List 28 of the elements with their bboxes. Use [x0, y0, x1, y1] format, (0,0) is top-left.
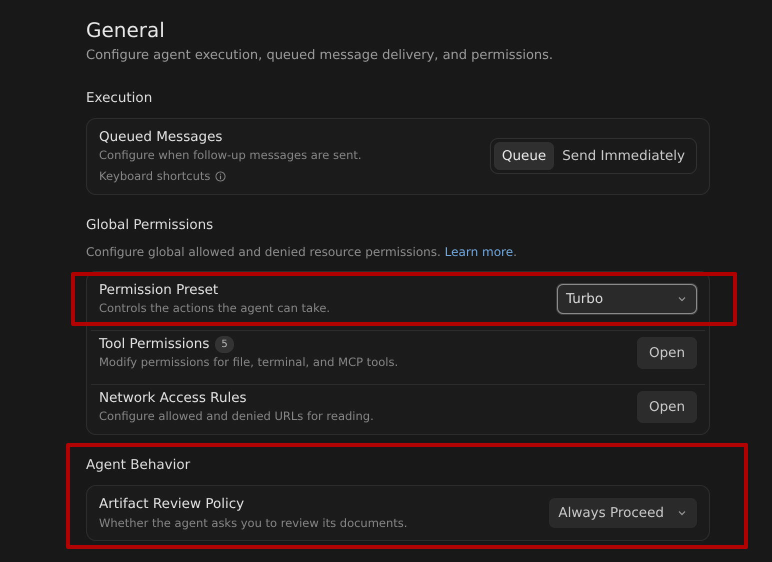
section-title: Global Permissions	[86, 216, 214, 234]
learn-more-link[interactable]: Learn more	[444, 244, 514, 259]
setting-title: Queued Messages	[99, 128, 222, 147]
setting-description: Whether the agent asks you to review its documents.	[99, 514, 408, 532]
page-description: Configure agent execution, queued message delivery, and permissions.	[86, 47, 554, 65]
caret-icon	[678, 510, 686, 516]
page-title: General	[86, 18, 166, 42]
setting-title: Artifact Review Policy	[99, 495, 244, 514]
segment-option[interactable]: Send Immediately	[554, 142, 693, 170]
dropdown[interactable]: Turbo	[557, 284, 697, 314]
open-button[interactable]: Open	[636, 390, 697, 423]
setting-description: Configure when follow-up messages are sent.	[99, 147, 362, 164]
shortcut-hint: Keyboard shortcuts	[99, 168, 210, 186]
count-badge: 5	[215, 336, 234, 353]
setting-title: Network Access Rules	[99, 389, 247, 408]
setting-title: Permission Preset	[99, 281, 218, 300]
section-title: Execution	[86, 88, 154, 108]
setting-description: Controls the actions the agent can take.	[99, 300, 330, 318]
setting-description: Modify permissions for file, terminal, and MCP tools.	[99, 354, 398, 372]
setting-title: Tool Permissions	[99, 335, 210, 354]
section-title: Agent Behavior	[86, 456, 192, 475]
segment-option[interactable]: Queue	[494, 142, 554, 170]
setting-description: Configure allowed and denied URLs for reading.	[99, 408, 374, 426]
caret-icon	[678, 296, 686, 302]
open-button[interactable]: Open	[636, 336, 697, 369]
info-icon[interactable]	[215, 171, 226, 182]
dropdown[interactable]: Always Proceed	[549, 498, 697, 528]
section-description: Configure global allowed and denied resource permissions. Learn more.	[86, 244, 518, 261]
